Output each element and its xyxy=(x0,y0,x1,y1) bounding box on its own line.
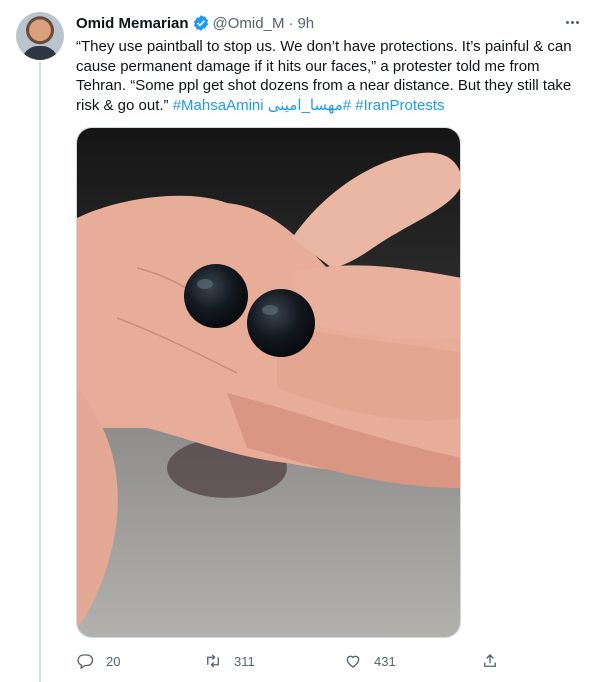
separator-dot: · xyxy=(288,14,294,32)
like-count: 431 xyxy=(374,653,396,669)
retweet-button[interactable]: 311 xyxy=(204,650,255,672)
tweet[interactable]: Omid Memarian @Omid_M · 9h “They use pai… xyxy=(0,0,598,682)
author-handle[interactable]: @Omid_M xyxy=(213,15,285,32)
more-options-icon[interactable] xyxy=(560,12,584,32)
like-icon xyxy=(346,655,360,668)
retweet-count: 311 xyxy=(234,653,255,669)
avatar-figure xyxy=(22,46,58,60)
retweet-icon xyxy=(207,654,219,668)
tweet-header: Omid Memarian @Omid_M · 9h xyxy=(76,13,314,33)
reply-icon xyxy=(77,654,94,670)
avatar[interactable] xyxy=(16,12,64,60)
author-name[interactable]: Omid Memarian xyxy=(76,15,189,32)
tweet-photo[interactable] xyxy=(76,127,461,638)
hashtag-persian[interactable]: #مهسا_امینی xyxy=(268,97,351,114)
hashtag-iranprotests[interactable]: #IranProtests xyxy=(355,97,444,114)
thread-line xyxy=(39,62,41,682)
tweet-text: “They use paintball to stop us. We don’t… xyxy=(76,37,581,115)
tweet-actions: 20 311 431 xyxy=(76,650,506,672)
like-button[interactable]: 431 xyxy=(344,650,396,672)
share-button[interactable] xyxy=(481,650,499,672)
verified-badge-icon xyxy=(193,15,208,31)
share-icon xyxy=(484,654,496,667)
reply-count: 20 xyxy=(106,653,121,669)
timestamp[interactable]: 9h xyxy=(297,15,314,32)
reply-button[interactable]: 20 xyxy=(76,650,120,672)
photo-hand-paintballs xyxy=(77,128,460,637)
hashtag-mahsaamini[interactable]: #MahsaAmini xyxy=(173,97,264,114)
